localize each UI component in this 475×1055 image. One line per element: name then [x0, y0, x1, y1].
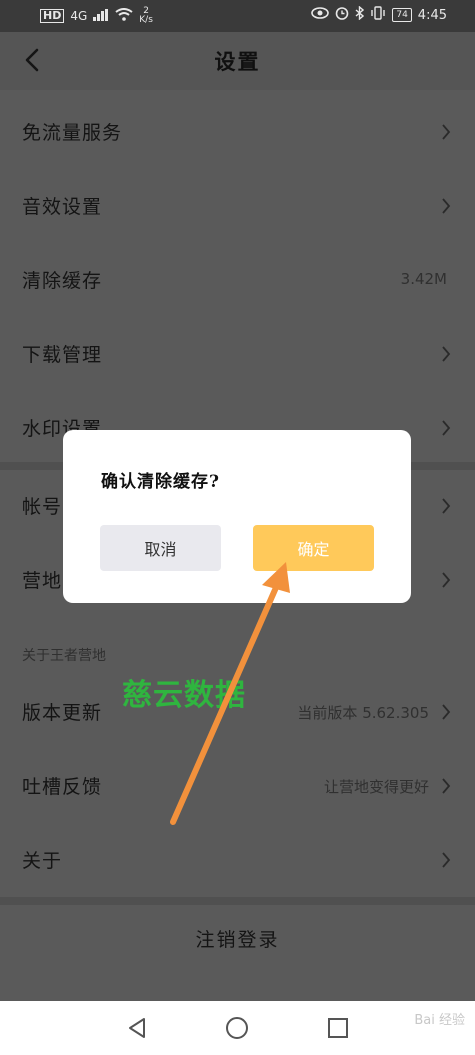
speed-unit: K/s: [139, 15, 153, 25]
dialog-title: 确认清除缓存?: [101, 472, 220, 492]
settings-item-label: 清除缓存: [22, 270, 103, 292]
section-header-about: 关于王者营地: [22, 648, 106, 664]
status-right: 74 4:45: [311, 5, 447, 24]
settings-item-label: 音效设置: [22, 196, 103, 218]
chevron-right-icon: [442, 124, 451, 140]
system-nav-bar: Bai 经验: [0, 1001, 475, 1055]
alarm-icon: [335, 6, 349, 24]
settings-item-feedback[interactable]: 吐槽反馈 让营地变得更好: [0, 750, 475, 824]
back-triangle-icon[interactable]: [123, 1014, 151, 1042]
confirm-dialog: 确认清除缓存? 取消 确定: [63, 430, 411, 603]
chevron-right-icon: [442, 852, 451, 868]
settings-item-label: 吐槽反馈: [22, 776, 103, 798]
page-title: 设置: [214, 49, 261, 74]
network-type: 4G: [70, 9, 88, 23]
chevron-right-icon: [442, 704, 451, 720]
cache-size: 3.42M: [400, 270, 447, 288]
chevron-right-icon: [442, 346, 451, 362]
settings-item-label: 下载管理: [22, 344, 103, 366]
wifi-icon: [115, 8, 133, 24]
settings-item-data-free[interactable]: 免流量服务: [0, 96, 475, 170]
clock: 4:45: [417, 7, 447, 23]
home-circle-icon[interactable]: [223, 1014, 251, 1042]
baidu-jingyan-watermark: Bai 经验: [414, 1013, 465, 1028]
signal-icon: [93, 8, 109, 24]
settings-item-downloads[interactable]: 下载管理: [0, 318, 475, 392]
chevron-right-icon: [442, 778, 451, 794]
chevron-right-icon: [442, 198, 451, 214]
hd-badge: HD: [40, 9, 65, 23]
watermark-text: 慈云数据: [122, 678, 246, 713]
confirm-button[interactable]: 确定: [253, 525, 374, 571]
battery-level: 74: [392, 8, 412, 22]
recents-square-icon[interactable]: [324, 1014, 352, 1042]
settings-item-sound[interactable]: 音效设置: [0, 170, 475, 244]
vibrate-icon: [370, 6, 386, 24]
settings-item-label: 营地: [22, 570, 63, 592]
settings-item-label: 关于: [22, 850, 63, 872]
current-version: 当前版本 5.62.305: [297, 704, 429, 722]
settings-item-label: 帐号: [22, 496, 63, 518]
chevron-right-icon: [442, 572, 451, 588]
network-speed: 2 K/s: [139, 7, 153, 25]
cancel-button[interactable]: 取消: [100, 525, 221, 571]
status-left: HD 4G 2 K/s: [40, 7, 153, 25]
settings-item-clear-cache[interactable]: 清除缓存 3.42M: [0, 244, 475, 318]
logout-button[interactable]: 注销登录: [0, 905, 475, 975]
eye-icon: [311, 7, 330, 23]
settings-item-about[interactable]: 关于: [0, 824, 475, 898]
settings-item-label: 版本更新: [22, 702, 103, 724]
chevron-right-icon: [442, 498, 451, 514]
settings-item-label: 免流量服务: [22, 122, 123, 144]
chevron-right-icon: [442, 420, 451, 436]
status-bar: HD 4G 2 K/s 74 4:45: [0, 0, 475, 32]
feedback-hint: 让营地变得更好: [323, 778, 429, 796]
top-nav-bar: 设置: [0, 32, 475, 90]
bluetooth-icon: [355, 5, 365, 24]
section-divider: [0, 897, 475, 905]
